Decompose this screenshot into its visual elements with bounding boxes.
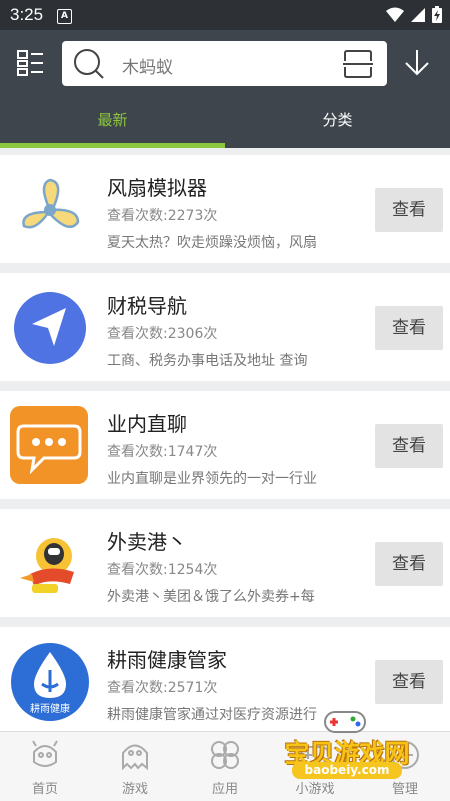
ghost-icon: [122, 744, 148, 771]
download-button[interactable]: [402, 48, 434, 80]
app-name: 财税导航: [107, 294, 187, 318]
view-count: 查看次数:2273次: [107, 208, 218, 224]
nav-label: 游戏: [121, 782, 148, 797]
status-time: 3:25: [10, 5, 44, 24]
search-icon: [72, 48, 106, 84]
app-list: 风扇模拟器 查看次数:2273次 夏天太热？吹走烦躁没烦恼，风扇 查看 财税导航…: [0, 155, 450, 745]
app-desc: 外卖港丶美团＆饿了么外卖券+每: [107, 589, 315, 605]
search-placeholder[interactable]: 木蚂蚁: [122, 53, 173, 78]
view-button[interactable]: 查看: [375, 660, 443, 704]
tab-indicator: [0, 143, 225, 148]
app-icon-text: 耕雨健康: [30, 704, 70, 715]
tab-latest[interactable]: 最新: [0, 100, 225, 144]
chat-bubble-icon: [10, 406, 90, 486]
nav-home[interactable]: 首页: [0, 732, 90, 801]
view-button[interactable]: 查看: [375, 306, 443, 350]
list-item[interactable]: 财税导航 查看次数:2306次 工商、税务办事电话及地址 查询 查看: [0, 273, 450, 381]
view-count: 查看次数:1254次: [107, 562, 218, 578]
nav-label: 应用: [211, 782, 238, 797]
view-count: 查看次数:2306次: [107, 326, 218, 342]
rocket-icon: [10, 524, 90, 604]
app-name: 业内直聊: [107, 412, 187, 436]
robot-icon: [32, 740, 58, 767]
apps-icon: [211, 741, 239, 769]
list-item[interactable]: 业内直聊 查看次数:1747次 业内直聊是业界领先的一对一行业 查看: [0, 391, 450, 499]
list-item[interactable]: 风扇模拟器 查看次数:2273次 夏天太热？吹走烦躁没烦恼，风扇 查看: [0, 155, 450, 263]
tab-categories[interactable]: 分类: [225, 100, 450, 144]
view-count: 查看次数:1747次: [107, 444, 218, 460]
battery-icon: [432, 6, 442, 23]
app-desc: 夏天太热？吹走烦躁没烦恼，风扇: [107, 235, 317, 251]
view-button[interactable]: 查看: [375, 542, 443, 586]
watermark-url: baobeiy.com: [292, 762, 402, 779]
list-menu-icon: [17, 50, 43, 76]
app-desc: 工商、税务办事电话及地址 查询: [107, 353, 308, 369]
app-desc: 业内直聊是业界领先的一对一行业: [107, 471, 317, 487]
scan-icon[interactable]: [343, 49, 373, 83]
app-name: 外卖港丶: [107, 530, 187, 554]
watermark-logo: 宝贝游戏网 baobeiy.com: [272, 700, 432, 800]
search-bar[interactable]: 木蚂蚁: [62, 41, 387, 86]
navigation-arrow-icon: [10, 288, 90, 368]
wifi-icon: [386, 7, 404, 22]
signal-icon: [411, 7, 425, 22]
fan-icon: [10, 170, 90, 250]
view-button[interactable]: 查看: [375, 188, 443, 232]
view-count: 查看次数:2571次: [107, 680, 218, 696]
download-arrow-icon: [405, 50, 429, 76]
nav-games[interactable]: 游戏: [90, 732, 180, 801]
list-item[interactable]: 外卖港丶 查看次数:1254次 外卖港丶美团＆饿了么外卖券+每 查看: [0, 509, 450, 617]
app-name: 耕雨健康管家: [107, 648, 227, 672]
nav-apps[interactable]: 应用: [180, 732, 270, 801]
status-bar: 3:25 A: [0, 0, 450, 30]
notification-icon: A: [57, 9, 72, 24]
app-header: 木蚂蚁 最新 分类: [0, 30, 450, 148]
controller-icon: [324, 711, 366, 733]
view-button[interactable]: 查看: [375, 424, 443, 468]
app-name: 风扇模拟器: [107, 176, 207, 200]
nav-label: 首页: [31, 782, 58, 797]
menu-button[interactable]: [15, 48, 49, 82]
water-drop-icon: 耕雨健康: [10, 642, 90, 722]
tab-bar: 最新 分类: [0, 100, 450, 148]
